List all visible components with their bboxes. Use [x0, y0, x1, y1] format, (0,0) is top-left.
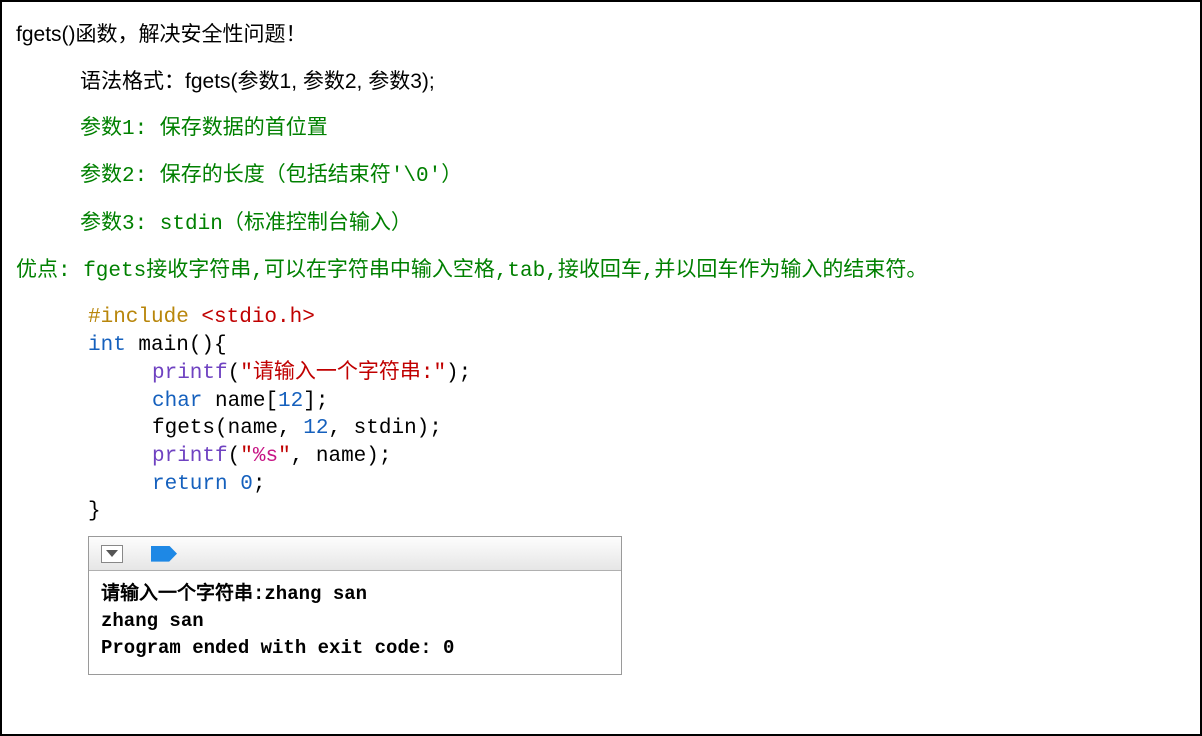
console-line: zhang san	[101, 610, 204, 632]
breakpoint-icon[interactable]	[151, 546, 177, 562]
code-line-include: #include <stdio.h>	[88, 304, 1186, 332]
advantage-line: 优点: fgets接收字符串,可以在字符串中输入空格,tab,接收回车,并以回车…	[16, 257, 1186, 286]
array-size: 12	[278, 390, 303, 413]
paren-open-2: (	[228, 445, 241, 468]
return-value: 0	[240, 473, 253, 496]
code-line-main: int main(){	[88, 332, 1186, 360]
keyword-int: int	[88, 334, 126, 357]
quote-open: "	[240, 445, 253, 468]
console-output: 请输入一个字符串:zhang san zhang san Program end…	[89, 571, 621, 674]
dropdown-button[interactable]	[101, 545, 123, 563]
console-line: Program ended with exit code: 0	[101, 637, 454, 659]
code-line-return: return 0;	[88, 471, 1186, 499]
code-block: #include <stdio.h> int main(){ printf("请…	[16, 304, 1186, 526]
code-line-fgets: fgets(name, 12, stdin);	[88, 415, 1186, 443]
string-literal: "请输入一个字符串:"	[240, 362, 446, 385]
syntax-line: 语法格式：fgets(参数1, 参数2, 参数3);	[16, 67, 1186, 96]
printf-rest: , name);	[291, 445, 392, 468]
quote-close: "	[278, 445, 291, 468]
code-line-decl: char name[12];	[88, 388, 1186, 416]
console-panel: 请输入一个字符串:zhang san zhang san Program end…	[88, 536, 622, 675]
param1-line: 参数1: 保存数据的首位置	[16, 115, 1186, 144]
include-header: <stdio.h>	[201, 306, 314, 329]
console-line: 请输入一个字符串:zhang san	[101, 583, 367, 605]
space	[228, 473, 241, 496]
fgets-rest: , stdin);	[328, 417, 441, 440]
fgets-size: 12	[303, 417, 328, 440]
fgets-call: fgets(name,	[152, 417, 303, 440]
paren-open: (	[228, 362, 241, 385]
code-line-printf2: printf("%s", name);	[88, 443, 1186, 471]
include-directive: #include	[88, 306, 201, 329]
keyword-char: char	[152, 390, 202, 413]
format-specifier: %s	[253, 445, 278, 468]
chevron-down-icon	[106, 550, 118, 557]
param3-line: 参数3: stdin（标准控制台输入）	[16, 210, 1186, 239]
var-name: name[	[202, 390, 278, 413]
semicolon: ;	[253, 473, 266, 496]
keyword-return: return	[152, 473, 228, 496]
paren-close: );	[446, 362, 471, 385]
document-frame: fgets()函数，解决安全性问题！ 语法格式：fgets(参数1, 参数2, …	[0, 0, 1202, 736]
title-line: fgets()函数，解决安全性问题！	[16, 20, 1186, 49]
code-line-printf1: printf("请输入一个字符串:");	[88, 360, 1186, 388]
printf-call-2: printf	[152, 445, 228, 468]
code-line-brace: }	[88, 498, 1186, 526]
bracket-close: ];	[303, 390, 328, 413]
console-toolbar	[89, 537, 621, 571]
printf-call: printf	[152, 362, 228, 385]
main-signature: main(){	[126, 334, 227, 357]
param2-line: 参数2: 保存的长度（包括结束符'\0'）	[16, 162, 1186, 191]
